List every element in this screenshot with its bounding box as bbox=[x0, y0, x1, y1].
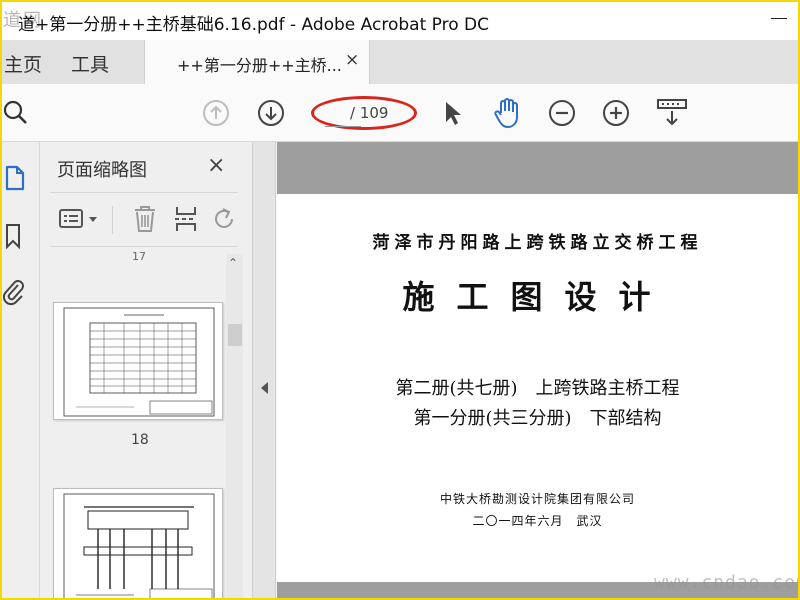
page-input-underline bbox=[325, 126, 361, 127]
page-down-icon[interactable] bbox=[256, 98, 286, 128]
attachment-icon[interactable] bbox=[2, 278, 26, 306]
thumbnail-label-18: 18 bbox=[131, 432, 149, 448]
date-location: 二〇一四年六月 武汉 bbox=[472, 514, 603, 528]
thumbnails-panel: 页面缩略图 × 17 ⌃ 18 bbox=[40, 142, 253, 600]
select-arrow-icon[interactable] bbox=[440, 98, 466, 128]
delete-icon[interactable] bbox=[132, 204, 158, 234]
zoom-in-icon[interactable] bbox=[601, 98, 631, 128]
document-page: 菏泽市丹阳路上跨铁路立交桥工程 施工图设计 第二册(共七册) 上跨铁路主桥工程 … bbox=[277, 194, 798, 582]
scroll-mode-icon[interactable] bbox=[656, 96, 688, 130]
thumbnail-options-icon[interactable] bbox=[58, 206, 102, 232]
thumbnail-page-19[interactable] bbox=[53, 488, 223, 600]
scrollbar-thumb[interactable] bbox=[228, 324, 242, 346]
page-18-preview bbox=[63, 307, 215, 417]
tab-document-label: ++第一分册++主桥... bbox=[177, 56, 342, 75]
volume-line: 第二册(共七册) 上跨铁路主桥工程 bbox=[395, 378, 680, 399]
thumbnail-page-18[interactable] bbox=[53, 302, 223, 420]
window-title: 道+第一分册++主桥基础6.16.pdf - Adobe Acrobat Pro… bbox=[18, 15, 489, 35]
page-19-preview bbox=[63, 493, 215, 600]
toolbar-divider bbox=[112, 206, 113, 234]
tab-close-icon[interactable]: × bbox=[345, 50, 359, 70]
panel-close-icon[interactable]: × bbox=[207, 153, 225, 178]
title-bar: 道网 道+第一分册++主桥基础6.16.pdf - Adobe Acrobat … bbox=[0, 0, 800, 40]
insert-page-icon[interactable] bbox=[173, 204, 199, 234]
minimize-button[interactable] bbox=[771, 18, 787, 19]
tab-tools[interactable]: 工具 bbox=[71, 50, 109, 77]
document-main-title: 施工图设计 bbox=[402, 278, 673, 316]
scroll-up-icon[interactable]: ⌃ bbox=[228, 256, 238, 270]
panel-collapse-handle[interactable] bbox=[253, 142, 276, 600]
bookmark-icon[interactable] bbox=[4, 222, 22, 250]
zoom-out-icon[interactable] bbox=[547, 98, 577, 128]
page-number-input[interactable]: / 109 bbox=[311, 96, 417, 130]
page-total: / 109 bbox=[350, 104, 389, 122]
panel-divider bbox=[50, 192, 238, 193]
tab-home[interactable]: 主页 bbox=[4, 50, 42, 77]
search-icon[interactable] bbox=[0, 98, 30, 128]
previous-page-label: 17 bbox=[132, 250, 146, 263]
hand-tool-icon[interactable] bbox=[492, 96, 524, 130]
thumbnail-scrollbar[interactable] bbox=[226, 254, 243, 600]
sub-volume-line: 第一分册(共三分册) 下部结构 bbox=[413, 408, 662, 429]
tab-document[interactable]: ++第一分册++主桥... × bbox=[144, 40, 370, 84]
left-nav-rail bbox=[0, 142, 40, 600]
panel-divider-2 bbox=[50, 246, 238, 247]
document-view[interactable]: 菏泽市丹阳路上跨铁路立交桥工程 施工图设计 第二册(共七册) 上跨铁路主桥工程 … bbox=[277, 142, 800, 600]
rotate-icon[interactable] bbox=[212, 204, 236, 234]
project-name: 菏泽市丹阳路上跨铁路立交桥工程 bbox=[372, 233, 703, 253]
site-watermark: www.cndao.com bbox=[654, 572, 800, 593]
tab-bar: 主页 工具 ++第一分册++主桥... × bbox=[0, 40, 800, 84]
company-name: 中铁大桥勘测设计院集团有限公司 bbox=[439, 492, 635, 506]
page-up-icon[interactable] bbox=[201, 98, 231, 128]
page-thumbnails-icon[interactable] bbox=[4, 164, 26, 192]
toolbar: / 109 bbox=[0, 84, 800, 142]
collapse-arrow-icon bbox=[261, 382, 268, 394]
panel-title: 页面缩略图 bbox=[57, 160, 147, 181]
